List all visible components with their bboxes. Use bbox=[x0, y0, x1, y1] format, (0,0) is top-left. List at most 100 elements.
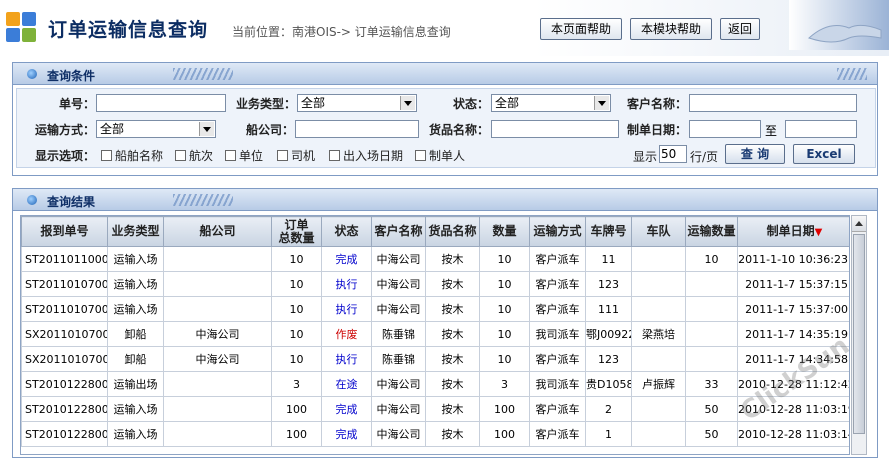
customer-input[interactable] bbox=[689, 94, 857, 112]
table-cell: 3 bbox=[479, 371, 530, 397]
table-cell: 在途 bbox=[321, 371, 372, 397]
column-header[interactable]: 运输数量 bbox=[685, 216, 738, 247]
status-select[interactable]: 全部 bbox=[491, 94, 611, 112]
table-body: ST20110110001 运输入场 10 完成 中海公司 按木 10 客户派车 11 10 201… bbox=[21, 246, 849, 447]
table-cell: 执行 bbox=[321, 271, 372, 297]
table-cell: 按木 bbox=[425, 371, 480, 397]
table-row[interactable]: ST20110107001 运输入场 10 执行 中海公司 按木 10 客户派车 111 2011… bbox=[21, 296, 849, 322]
table-cell: 中海公司 bbox=[371, 371, 426, 397]
column-header[interactable]: 状态 bbox=[321, 216, 372, 247]
table-cell: 卸船 bbox=[107, 346, 164, 372]
table-cell bbox=[163, 271, 272, 297]
column-header[interactable]: 货品名称 bbox=[425, 216, 480, 247]
table-cell: 10 bbox=[271, 296, 322, 322]
option-driver[interactable]: 司机 bbox=[277, 147, 315, 164]
option-in-out-date[interactable]: 出入场日期 bbox=[329, 147, 403, 164]
column-header[interactable]: 订单 总数量 bbox=[271, 216, 322, 247]
table-cell: 10 bbox=[271, 346, 322, 372]
goods-label: 货品名称： bbox=[428, 123, 489, 137]
table-cell: 1 bbox=[585, 421, 632, 447]
table-cell: 10 bbox=[685, 246, 738, 272]
table-cell: 按木 bbox=[425, 321, 480, 347]
customer-label: 客户名称： bbox=[626, 97, 687, 111]
table-cell: 10 bbox=[479, 296, 530, 322]
table-cell: 2011-1-10 10:36:23 bbox=[737, 246, 849, 272]
column-header[interactable]: 客户名称 bbox=[371, 216, 426, 247]
column-header[interactable]: 车牌号 bbox=[585, 216, 632, 247]
table-cell: SX20110107001 bbox=[21, 346, 108, 372]
table-cell: 按木 bbox=[425, 421, 480, 447]
option-ship-name[interactable]: 船舶名称 bbox=[101, 147, 163, 164]
table-cell: ST20101228007 bbox=[21, 396, 108, 422]
rows-per-page-suffix: 行/页 bbox=[690, 150, 719, 164]
app-logo-icon bbox=[6, 12, 40, 44]
table-cell: 50 bbox=[685, 421, 738, 447]
table-cell: ST20110107001 bbox=[21, 296, 108, 322]
scroll-up-icon[interactable] bbox=[852, 216, 866, 232]
date-from-input[interactable] bbox=[689, 120, 761, 138]
stripe-decoration bbox=[173, 194, 233, 206]
column-header[interactable]: 船公司 bbox=[163, 216, 272, 247]
table-cell: 按木 bbox=[425, 271, 480, 297]
excel-export-button[interactable]: Excel bbox=[793, 144, 855, 164]
module-help-button[interactable]: 本模块帮助 bbox=[630, 18, 712, 40]
table-cell: 50 bbox=[685, 396, 738, 422]
table-row[interactable]: ST20110107001 运输入场 10 执行 中海公司 按木 10 客户派车 123 2011… bbox=[21, 271, 849, 297]
results-panel-header: 查询结果 bbox=[13, 189, 877, 211]
stripe-decoration bbox=[173, 68, 233, 80]
section-dot-icon bbox=[27, 195, 37, 205]
table-row[interactable]: ST20101228007 运输入场 100 完成 中海公司 按木 100 客户派车 1 50 20… bbox=[21, 421, 849, 447]
ship-company-input[interactable] bbox=[295, 120, 419, 138]
table-cell: 按木 bbox=[425, 396, 480, 422]
order-no-input[interactable] bbox=[96, 94, 226, 112]
table-row[interactable]: ST20110110001 运输入场 10 完成 中海公司 按木 10 客户派车 11 10 201… bbox=[21, 246, 849, 272]
option-voyage[interactable]: 航次 bbox=[175, 147, 213, 164]
table-row[interactable]: SX20110107001 卸船 中海公司 10 执行 陈垂锦 按木 10 客户派车 123 201… bbox=[21, 346, 849, 372]
column-header[interactable]: 报到单号 bbox=[21, 216, 108, 247]
table-cell: 10 bbox=[479, 346, 530, 372]
goods-input[interactable] bbox=[491, 120, 619, 138]
table-row[interactable]: ST20101228008运输出场3在途中海公司按木3我司派车贵D10584卢振… bbox=[21, 371, 849, 397]
table-cell: 10 bbox=[271, 246, 322, 272]
table-cell: 中海公司 bbox=[371, 246, 426, 272]
column-header[interactable]: 车队 bbox=[631, 216, 686, 247]
date-to-input[interactable] bbox=[785, 120, 857, 138]
table-cell: 中海公司 bbox=[371, 396, 426, 422]
transport-select[interactable]: 全部 bbox=[96, 120, 216, 138]
table-cell: 123 bbox=[585, 271, 632, 297]
order-no-label: 单号： bbox=[58, 97, 95, 111]
checkbox-icon bbox=[329, 150, 340, 161]
chevron-down-icon bbox=[199, 122, 214, 136]
table-cell: 100 bbox=[271, 421, 322, 447]
table-cell: 按木 bbox=[425, 346, 480, 372]
handshake-icon bbox=[789, 0, 889, 50]
column-header[interactable]: 数量 bbox=[479, 216, 530, 247]
table-cell: ST20110107001 bbox=[21, 271, 108, 297]
table-cell: 我司派车 bbox=[529, 371, 586, 397]
table-cell: 完成 bbox=[321, 246, 372, 272]
column-header[interactable]: 运输方式 bbox=[529, 216, 586, 247]
page-help-button[interactable]: 本页面帮助 bbox=[540, 18, 622, 40]
column-header[interactable]: 制单日期▼ bbox=[737, 216, 849, 247]
table-cell: ST20110110001 bbox=[21, 246, 108, 272]
table-cell: 作废 bbox=[321, 321, 372, 347]
table-cell: 10 bbox=[271, 271, 322, 297]
page-title: 订单运输信息查询 bbox=[48, 19, 209, 41]
table-row[interactable]: ST20101228007 运输入场 100 完成 中海公司 按木 100 客户派车 2 50 20… bbox=[21, 396, 849, 422]
results-panel-title: 查询结果 bbox=[47, 195, 96, 209]
option-unit[interactable]: 单位 bbox=[225, 147, 263, 164]
option-label: 司机 bbox=[291, 149, 316, 163]
biz-type-select[interactable]: 全部 bbox=[297, 94, 417, 112]
table-cell: 中海公司 bbox=[371, 296, 426, 322]
option-creator[interactable]: 制单人 bbox=[415, 147, 465, 164]
table-row[interactable]: SX20110107001 卸船 中海公司 10 作废 陈垂锦 按木 10 我司派车 鄂J0092… bbox=[21, 321, 849, 347]
rows-per-page-input[interactable]: 50 bbox=[659, 145, 687, 163]
table-cell: 中海公司 bbox=[163, 321, 272, 347]
column-header[interactable]: 业务类型 bbox=[107, 216, 164, 247]
table-cell: 100 bbox=[479, 421, 530, 447]
table-cell: 贵D10584 bbox=[585, 371, 632, 397]
search-button[interactable]: 查 询 bbox=[725, 144, 785, 164]
date-label: 制单日期： bbox=[626, 123, 687, 137]
checkbox-icon bbox=[101, 150, 112, 161]
back-button[interactable]: 返回 bbox=[720, 18, 760, 40]
